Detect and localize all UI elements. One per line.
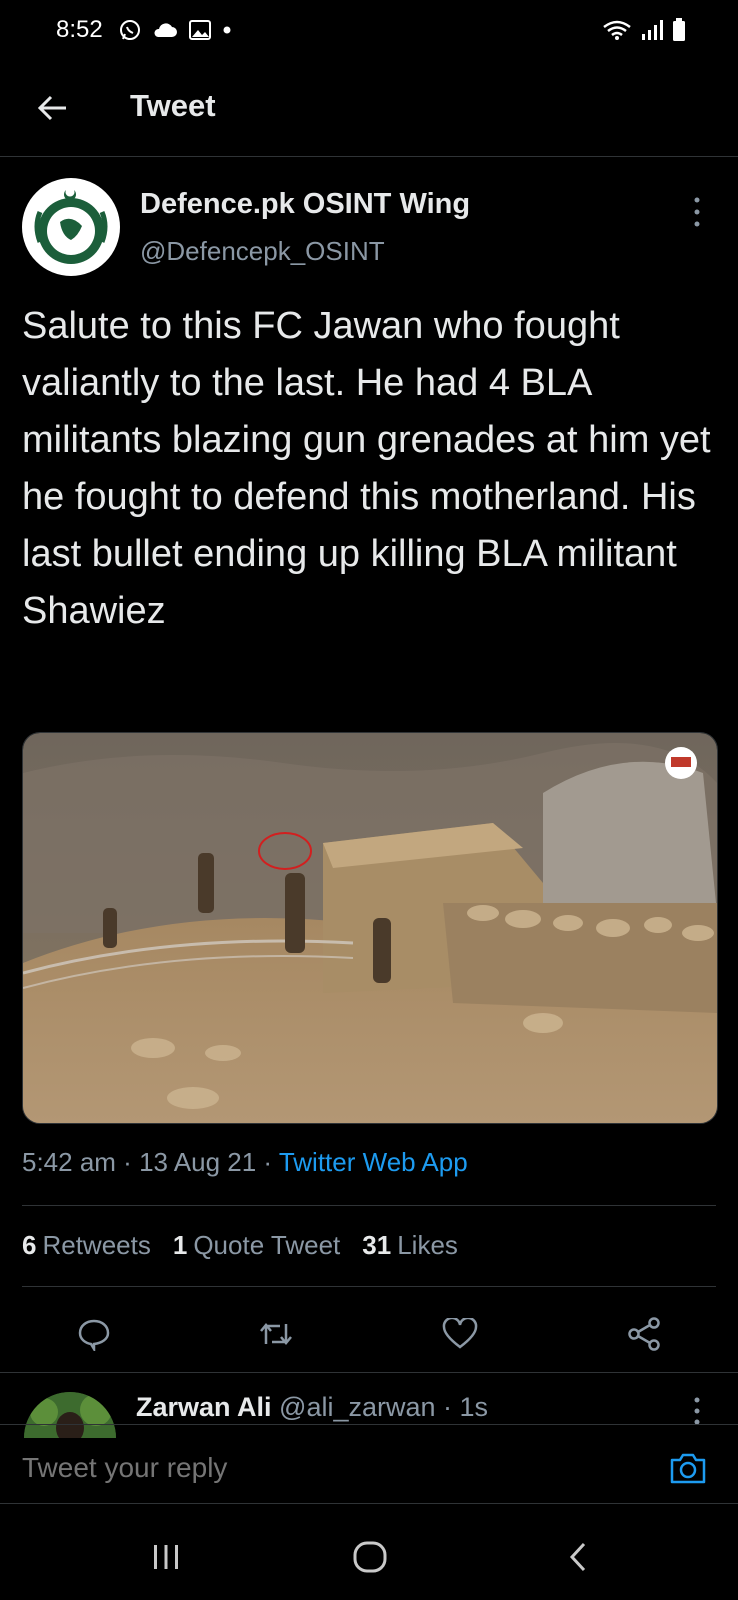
- arrow-left-icon: [37, 95, 66, 121]
- home-button[interactable]: [340, 1532, 400, 1582]
- header-divider: [0, 156, 738, 157]
- tweet-media-image[interactable]: [22, 732, 718, 1124]
- compose-top-divider: [0, 1424, 738, 1425]
- back-button[interactable]: [30, 86, 74, 130]
- author-name[interactable]: Defence.pk OSINT Wing: [140, 188, 470, 221]
- author-avatar[interactable]: [22, 178, 120, 276]
- photo-scene: [23, 733, 717, 1123]
- gallery-icon: [189, 20, 211, 40]
- likes-stat[interactable]: 31 Likes: [362, 1230, 458, 1261]
- reply-icon: [78, 1319, 110, 1351]
- signal-icon: [642, 20, 663, 40]
- nav-back-button[interactable]: [548, 1532, 608, 1582]
- recent-apps-icon: [154, 1545, 178, 1569]
- reply-input[interactable]: [22, 1452, 622, 1484]
- reply-author-name: Zarwan Ali: [136, 1392, 272, 1422]
- actions-divider: [0, 1372, 738, 1373]
- retweets-stat[interactable]: 6 Retweets: [22, 1230, 151, 1261]
- retweets-label: Retweets: [42, 1230, 151, 1260]
- home-icon: [353, 1541, 387, 1573]
- compose-bottom-divider: [0, 1503, 738, 1504]
- likes-label: Likes: [397, 1230, 458, 1260]
- meta-divider: [22, 1205, 716, 1206]
- quotes-stat[interactable]: 1 Quote Tweet: [173, 1230, 340, 1261]
- tweet-source-link[interactable]: Twitter Web App: [279, 1147, 468, 1177]
- likes-count: 31: [362, 1230, 392, 1260]
- recent-apps-button[interactable]: [136, 1532, 196, 1582]
- watermark-logo: [665, 747, 697, 779]
- quotes-count: 1: [172, 1230, 188, 1260]
- whatsapp-icon: [120, 20, 140, 40]
- like-button[interactable]: [438, 1312, 482, 1356]
- more-vertical-icon: [694, 197, 700, 227]
- share-button[interactable]: [622, 1312, 666, 1356]
- wifi-icon: [603, 20, 631, 40]
- tweet-meta: 5:42 am · 13 Aug 21 · Twitter Web App: [22, 1147, 468, 1177]
- pakistan-defence-logo: [27, 183, 115, 271]
- camera-icon: [670, 1453, 706, 1484]
- cloud-icon: [154, 23, 177, 37]
- retweet-icon: [260, 1323, 292, 1345]
- retweets-count: 6: [22, 1230, 37, 1260]
- reply-time: 1s: [459, 1392, 489, 1422]
- retweet-button[interactable]: [254, 1312, 298, 1356]
- author-handle[interactable]: @Defencepk_OSINT: [140, 236, 385, 267]
- status-icons: [118, 18, 232, 42]
- tweet-stats: 6 Retweets 1 Quote Tweet 31 Likes: [22, 1230, 458, 1261]
- quotes-label: Quote Tweet: [193, 1230, 341, 1260]
- tweet-actions: [0, 1302, 738, 1362]
- stats-divider: [22, 1286, 716, 1287]
- tweet-time: 5:42 am: [22, 1147, 116, 1177]
- battery-icon: [673, 18, 685, 41]
- tweet-date: 13 Aug 21: [139, 1147, 257, 1177]
- share-icon: [628, 1317, 660, 1351]
- reply-author[interactable]: Zarwan Ali @ali_zarwan · 1s: [136, 1392, 488, 1423]
- like-icon: [442, 1318, 478, 1349]
- camera-button[interactable]: [668, 1450, 712, 1494]
- status-right-icons: [602, 18, 686, 42]
- page-title: Tweet: [130, 88, 216, 123]
- reply-avatar[interactable]: [24, 1392, 116, 1438]
- reply-button[interactable]: [72, 1312, 116, 1356]
- chevron-left-icon: [569, 1542, 586, 1572]
- reply-author-handle: @ali_zarwan: [279, 1392, 436, 1422]
- tweet-text: Salute to this FC Jawan who fought valia…: [22, 305, 711, 632]
- dot-icon: [223, 26, 231, 34]
- reply-avatar-photo: [24, 1392, 116, 1438]
- status-time: 8:52: [56, 16, 103, 43]
- more-options-button[interactable]: [682, 192, 712, 232]
